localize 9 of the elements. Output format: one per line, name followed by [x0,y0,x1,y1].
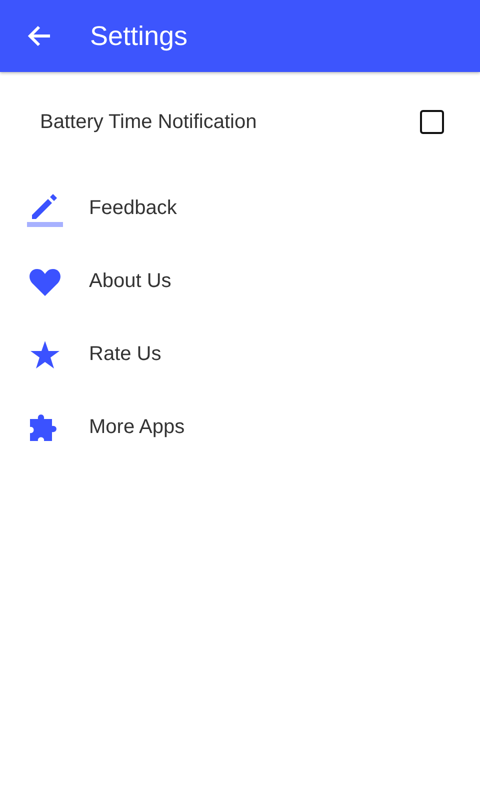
menu-item[interactable]: Feedback [0,172,480,245]
setting-label: Battery Time Notification [40,110,257,134]
menu-item[interactable]: Rate Us [0,318,480,391]
checkbox[interactable] [420,110,444,134]
star-icon [30,340,60,368]
menu-item[interactable]: About Us [0,245,480,318]
screen-title: Settings [90,20,188,52]
heart-icon [29,268,61,296]
menu-item[interactable]: More Apps [0,391,480,464]
